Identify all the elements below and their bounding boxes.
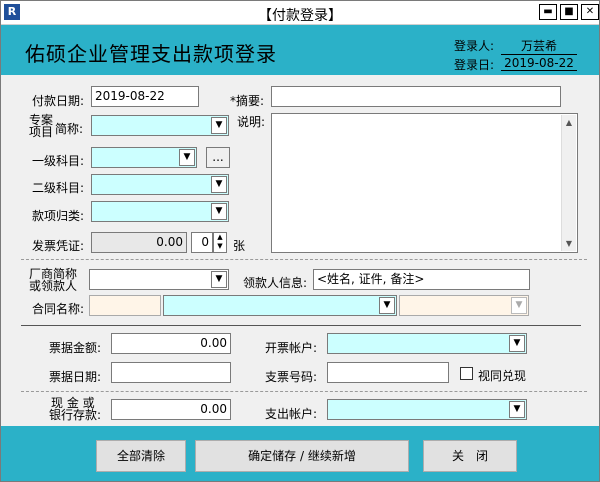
- level2-select[interactable]: ▼: [91, 174, 229, 195]
- invoice-amount: 0.00: [91, 232, 187, 253]
- scroll-up-icon[interactable]: ▲: [562, 115, 576, 130]
- title-bar: R 【付款登录】 ▬ ■ ✕: [1, 1, 599, 25]
- close-window-button[interactable]: ✕: [581, 4, 599, 20]
- login-user-value: 万芸希: [501, 37, 577, 55]
- login-date-label: 登录日:: [454, 58, 495, 72]
- invoice-unit: 张: [233, 239, 246, 253]
- save-continue-button[interactable]: 确定储存 / 继续新增: [195, 440, 409, 472]
- invoice-count-input[interactable]: 0: [191, 232, 213, 253]
- contract-code-input[interactable]: [89, 295, 161, 316]
- cash-input[interactable]: 0.00: [111, 399, 231, 420]
- bill-date-input[interactable]: [111, 362, 231, 383]
- clear-all-button[interactable]: 全部清除: [96, 440, 186, 472]
- chevron-down-icon[interactable]: ▼: [211, 271, 227, 288]
- pay-account-select[interactable]: ▼: [327, 399, 527, 420]
- login-date-value: 2019-08-22: [501, 56, 577, 71]
- spin-up-icon[interactable]: ▲: [214, 233, 226, 242]
- description-scrollbar[interactable]: ▲ ▼: [561, 115, 576, 251]
- cash-label-bottom: 银行存款:: [49, 408, 102, 422]
- description-label: 说明:: [237, 115, 266, 129]
- cheque-no-input[interactable]: [327, 362, 449, 383]
- contract-extra-select: ▼: [399, 295, 529, 316]
- project-label-short: 简称:: [55, 122, 84, 136]
- chevron-down-icon: ▼: [511, 297, 527, 314]
- level2-label: 二级科目:: [32, 181, 85, 195]
- divider: [21, 391, 587, 392]
- category-select[interactable]: ▼: [91, 201, 229, 222]
- minimize-button[interactable]: ▬: [539, 4, 557, 20]
- login-user-label: 登录人:: [454, 39, 495, 53]
- chevron-down-icon[interactable]: ▼: [179, 149, 195, 166]
- treat-cashed-checkbox[interactable]: [460, 367, 473, 380]
- bill-amount-label: 票据金额:: [49, 341, 102, 355]
- contract-select[interactable]: ▼: [163, 295, 397, 316]
- level1-select[interactable]: ▼: [91, 147, 197, 168]
- spin-down-icon[interactable]: ▼: [214, 242, 226, 251]
- summary-input[interactable]: [271, 86, 561, 107]
- invoice-account-label: 开票帐户:: [265, 341, 318, 355]
- maximize-button[interactable]: ■: [560, 4, 578, 20]
- page-title: 佑硕企业管理支出款项登录: [25, 42, 277, 66]
- chevron-down-icon[interactable]: ▼: [211, 117, 227, 134]
- summary-label: *摘要:: [230, 94, 265, 108]
- vendor-select[interactable]: ▼: [89, 269, 229, 290]
- chevron-down-icon[interactable]: ▼: [211, 176, 227, 193]
- form-header: 佑硕企业管理支出款项登录 登录人: 万芸希 登录日: 2019-08-22: [1, 25, 599, 75]
- divider: [21, 259, 587, 260]
- vendor-label-bottom: 或领款人: [29, 279, 78, 293]
- payment-window: R 【付款登录】 ▬ ■ ✕ 佑硕企业管理支出款项登录 登录人: 万芸希 登录日…: [0, 0, 600, 482]
- project-label-bottom: 项目: [29, 125, 54, 139]
- chevron-down-icon[interactable]: ▼: [509, 335, 525, 352]
- footer-bar: 全部清除 确定储存 / 继续新增 关 闭: [1, 426, 599, 481]
- bill-date-label: 票据日期:: [49, 370, 102, 384]
- pay-account-label: 支出帐户:: [265, 407, 318, 421]
- description-textarea[interactable]: ▲ ▼: [271, 113, 578, 253]
- level1-label: 一级科目:: [32, 154, 85, 168]
- treat-cashed-label: 视同兑现: [478, 369, 527, 383]
- payment-date-input[interactable]: 2019-08-22: [91, 86, 199, 107]
- chevron-down-icon[interactable]: ▼: [211, 203, 227, 220]
- level1-more-button[interactable]: ...: [206, 147, 230, 168]
- divider: [21, 325, 581, 326]
- invoice-account-select[interactable]: ▼: [327, 333, 527, 354]
- recipient-label: 领款人信息:: [243, 276, 308, 290]
- recipient-input[interactable]: <姓名, 证件, 备注>: [313, 269, 530, 290]
- chevron-down-icon[interactable]: ▼: [509, 401, 525, 418]
- close-button[interactable]: 关 闭: [423, 440, 517, 472]
- category-label: 款项归类:: [32, 209, 85, 223]
- bill-amount-input[interactable]: 0.00: [111, 333, 231, 354]
- window-title: 【付款登录】: [258, 8, 342, 24]
- scroll-down-icon[interactable]: ▼: [562, 236, 576, 251]
- payment-date-label: 付款日期:: [32, 94, 85, 108]
- contract-label: 合同名称:: [32, 302, 85, 316]
- invoice-count-stepper[interactable]: ▲ ▼: [213, 232, 227, 253]
- cheque-no-label: 支票号码:: [265, 370, 318, 384]
- invoice-label: 发票凭证:: [32, 239, 85, 253]
- project-select[interactable]: ▼: [91, 115, 229, 136]
- chevron-down-icon[interactable]: ▼: [379, 297, 395, 314]
